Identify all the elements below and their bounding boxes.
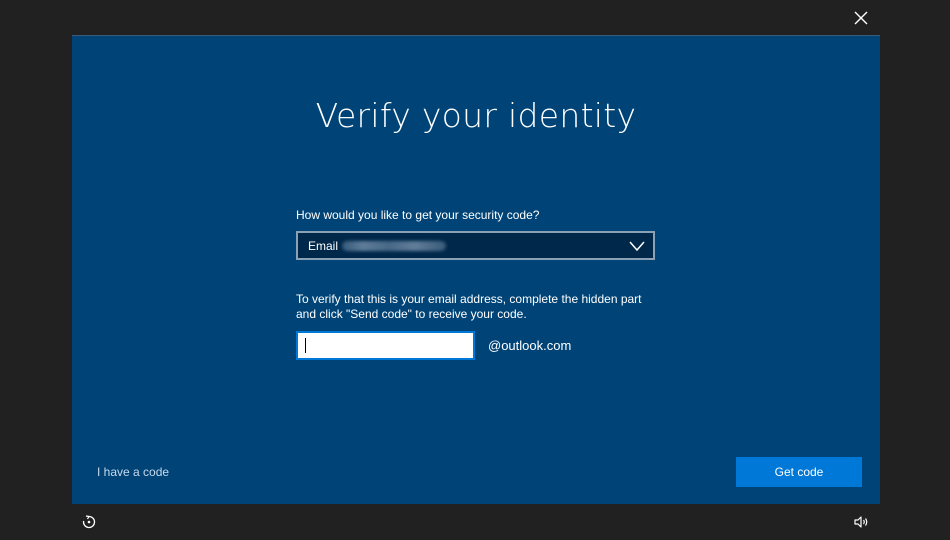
- volume-button[interactable]: [853, 515, 869, 529]
- close-icon: [854, 11, 868, 25]
- chevron-down-icon: [629, 241, 645, 252]
- text-caret: [305, 338, 306, 353]
- method-question-label: How would you like to get your security …: [296, 208, 540, 222]
- hidden-email-part-input[interactable]: [296, 331, 475, 360]
- masked-email-value: [342, 240, 447, 251]
- ease-of-access-icon: [82, 515, 96, 529]
- volume-icon: [854, 516, 868, 528]
- close-button[interactable]: [849, 6, 873, 30]
- verify-identity-panel: Verify your identity How would you like …: [72, 35, 880, 504]
- verify-instructions: To verify that this is your email addres…: [296, 292, 642, 321]
- page-title: Verify your identity: [315, 96, 637, 135]
- ease-of-access-button[interactable]: [81, 514, 97, 530]
- get-code-button[interactable]: Get code: [736, 457, 862, 487]
- oobe-screen: Verify your identity How would you like …: [0, 0, 950, 540]
- email-domain-suffix: @outlook.com: [488, 338, 572, 353]
- verification-method-select[interactable]: Email: [296, 231, 655, 260]
- method-select-value: Email: [308, 238, 339, 253]
- i-have-a-code-link[interactable]: I have a code: [97, 465, 169, 479]
